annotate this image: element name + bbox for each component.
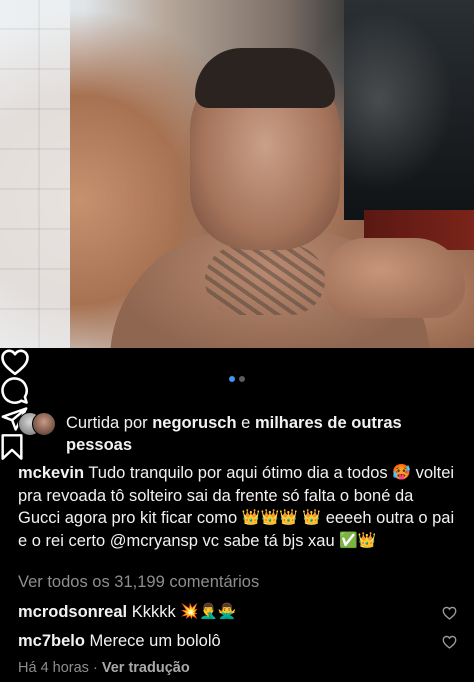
liked-middle: e bbox=[241, 414, 251, 432]
comment-row: mc7belo Merece um bololô bbox=[18, 632, 438, 651]
photo-person-hand bbox=[325, 238, 465, 318]
heart-icon[interactable] bbox=[442, 606, 457, 625]
liked-by-text: Curtida por negorusch e milhares de outr… bbox=[66, 412, 458, 456]
post-caption: mckevin Tudo tranquilo por aqui ótimo di… bbox=[18, 462, 458, 552]
comment-emojis: 💥🤦‍♂️🙅‍♂️ bbox=[180, 603, 237, 620]
crown-emoji: 👑 bbox=[302, 509, 322, 526]
view-all-comments-link[interactable]: Ver todos os 31,199 comentários bbox=[18, 573, 259, 592]
photo-person-hair bbox=[195, 48, 335, 108]
crown-emoji: 👑 bbox=[357, 531, 377, 549]
photo-tile-wall bbox=[0, 0, 70, 348]
post-photo[interactable] bbox=[0, 0, 474, 348]
liked-user-link[interactable]: negorusch bbox=[152, 414, 236, 432]
hot-face-emoji: 🥵 bbox=[392, 464, 411, 481]
comment-author[interactable]: mc7belo bbox=[18, 632, 85, 650]
photo-neck-tattoo bbox=[205, 245, 325, 315]
comment-text: Merece um bololô bbox=[89, 632, 221, 650]
heart-icon[interactable] bbox=[0, 348, 474, 376]
caption-author[interactable]: mckevin bbox=[18, 464, 84, 482]
crown-emoji: 👑 bbox=[279, 509, 298, 526]
crown-emoji: 👑 bbox=[241, 509, 261, 526]
liked-by-row[interactable]: Curtida por negorusch e milhares de outr… bbox=[18, 412, 458, 456]
caption-text-1: Tudo tranquilo por aqui ótimo dia a todo… bbox=[88, 464, 388, 482]
carousel-indicator bbox=[229, 376, 245, 382]
carousel-dot-1 bbox=[229, 376, 235, 382]
translate-link[interactable]: Ver tradução bbox=[102, 660, 190, 676]
liked-prefix: Curtida por bbox=[66, 414, 148, 432]
liker-avatars bbox=[18, 412, 62, 436]
comment-text: Kkkkk bbox=[131, 603, 176, 621]
post-meta: Há 4 horas · Ver tradução bbox=[18, 660, 190, 676]
heart-icon[interactable] bbox=[442, 635, 457, 654]
crown-emoji: 👑 bbox=[260, 509, 280, 526]
comment-author[interactable]: mcrodsonreal bbox=[18, 603, 127, 621]
avatar bbox=[32, 412, 56, 436]
meta-separator: · bbox=[92, 660, 98, 676]
check-emoji: ✅ bbox=[339, 531, 358, 549]
comment-row: mcrodsonreal Kkkkk 💥🤦‍♂️🙅‍♂️ bbox=[18, 603, 438, 622]
post-time: Há 4 horas bbox=[18, 660, 89, 676]
carousel-dot-2 bbox=[239, 376, 245, 382]
